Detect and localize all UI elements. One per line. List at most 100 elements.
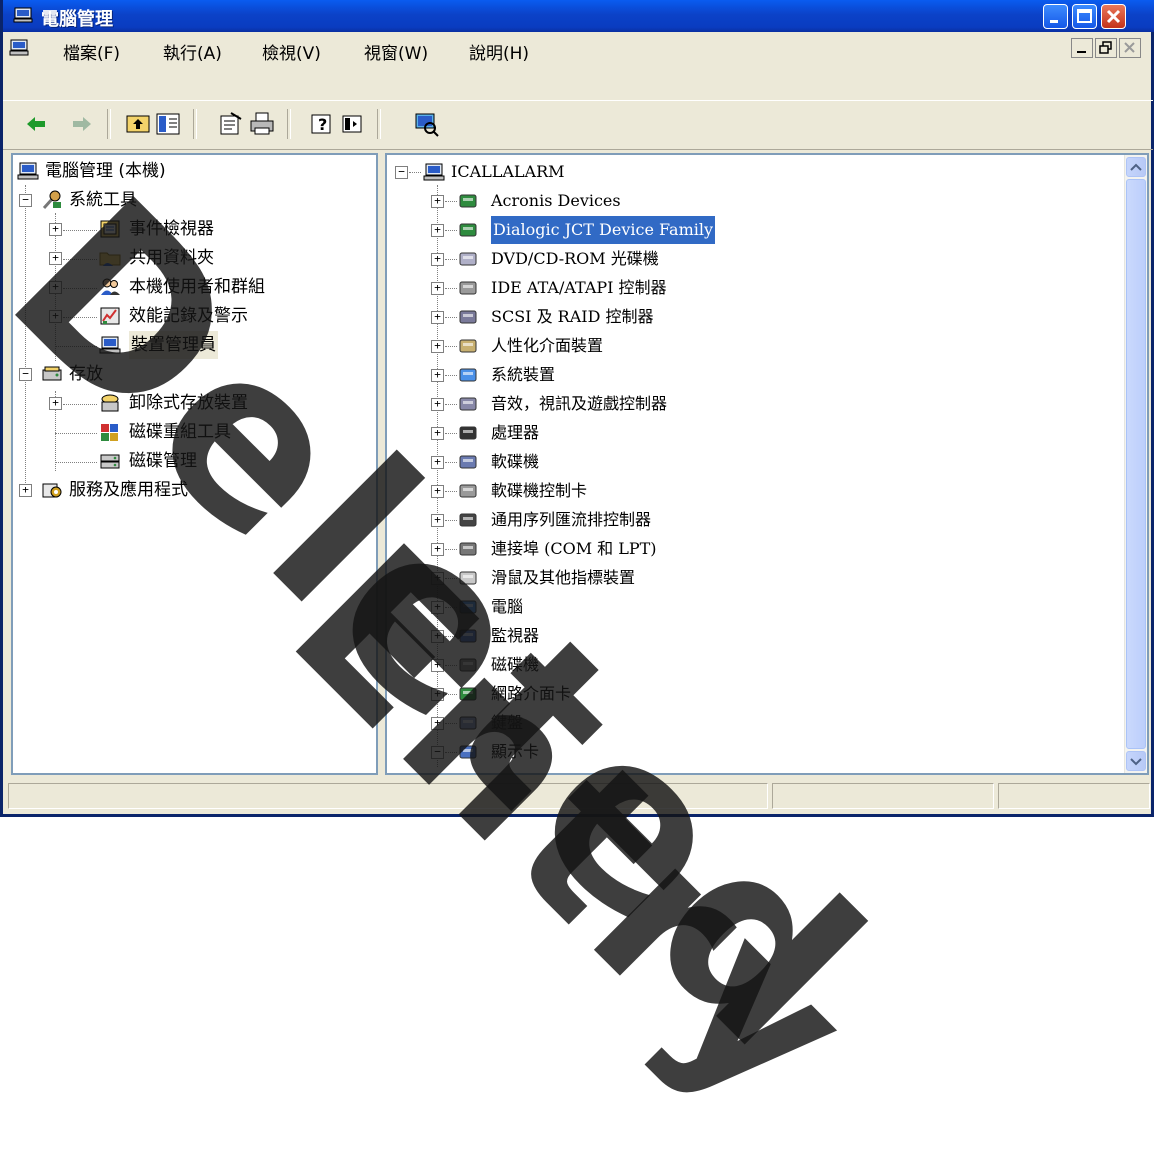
scan-hardware-icon[interactable] bbox=[413, 111, 439, 137]
up-folder-icon[interactable] bbox=[125, 111, 151, 137]
system-menu-icon[interactable] bbox=[9, 39, 29, 56]
collapse-icon[interactable]: − bbox=[395, 166, 408, 179]
expand-icon[interactable]: + bbox=[49, 252, 62, 265]
print-icon[interactable] bbox=[249, 111, 275, 137]
maximize-button[interactable] bbox=[1072, 4, 1097, 29]
expand-icon[interactable]: + bbox=[49, 397, 62, 410]
device-category-item[interactable]: + Acronis Devices bbox=[387, 187, 1107, 215]
device-category-item[interactable]: + 音效，視訊及遊戲控制器 bbox=[387, 390, 1107, 418]
close-button[interactable] bbox=[1101, 4, 1126, 29]
tree-item-local-users[interactable]: + 本機使用者和群組 bbox=[13, 273, 373, 301]
tree-item-device-manager[interactable]: 裝置管理員 bbox=[13, 331, 373, 359]
back-arrow-icon[interactable] bbox=[23, 111, 49, 137]
tree-item-root[interactable]: 電腦管理 (本機) bbox=[13, 157, 373, 185]
expand-icon[interactable]: + bbox=[431, 630, 444, 643]
expand-icon[interactable]: + bbox=[431, 572, 444, 585]
device-category-label: Dialogic JCT Device Family bbox=[489, 215, 717, 245]
vertical-scrollbar[interactable] bbox=[1124, 155, 1147, 773]
expand-icon[interactable]: + bbox=[431, 456, 444, 469]
menu-action[interactable]: 執行(A) bbox=[163, 39, 222, 64]
device-category-item[interactable]: + 軟碟機 bbox=[387, 448, 1107, 476]
menu-help[interactable]: 說明(H) bbox=[469, 39, 529, 64]
scroll-thumb[interactable] bbox=[1126, 179, 1146, 749]
expand-icon[interactable]: + bbox=[431, 340, 444, 353]
expand-icon[interactable]: + bbox=[431, 282, 444, 295]
expand-icon[interactable]: + bbox=[431, 601, 444, 614]
close-icon bbox=[1106, 9, 1121, 24]
expand-icon[interactable]: + bbox=[431, 253, 444, 266]
device-root[interactable]: − ICALLALARM bbox=[387, 158, 1107, 186]
device-category-item[interactable]: + 滑鼠及其他指標裝置 bbox=[387, 564, 1107, 592]
expand-icon[interactable]: + bbox=[19, 484, 32, 497]
expand-icon[interactable]: + bbox=[431, 224, 444, 237]
device-category-item[interactable]: + 軟碟機控制卡 bbox=[387, 477, 1107, 505]
usb-icon bbox=[459, 513, 477, 527]
properties-icon[interactable] bbox=[217, 111, 243, 137]
mdi-restore-button[interactable] bbox=[1095, 38, 1117, 58]
mdi-minimize-button[interactable] bbox=[1071, 38, 1093, 58]
device-category-item[interactable]: + 通用序列匯流排控制器 bbox=[387, 506, 1107, 534]
device-category-item[interactable]: + DVD/CD-ROM 光碟機 bbox=[387, 245, 1107, 273]
device-category-item[interactable]: + 處理器 bbox=[387, 419, 1107, 447]
mdi-close-button[interactable] bbox=[1119, 38, 1141, 58]
floppy-icon bbox=[459, 455, 477, 469]
expand-icon[interactable]: + bbox=[431, 311, 444, 324]
expand-icon[interactable]: + bbox=[431, 485, 444, 498]
collapse-icon[interactable]: − bbox=[431, 746, 444, 759]
tree-item-storage[interactable]: − 存放 bbox=[13, 360, 373, 388]
device-category-item[interactable]: + 系統裝置 bbox=[387, 361, 1107, 389]
device-tree-pane[interactable]: − ICALLALARM + Acronis Devices + Dialogic J… bbox=[385, 153, 1149, 775]
help-icon[interactable]: ? bbox=[309, 111, 335, 137]
tree-item-defrag[interactable]: 磁碟重組工具 bbox=[13, 418, 373, 446]
expand-icon[interactable]: + bbox=[49, 281, 62, 294]
expand-icon[interactable]: + bbox=[431, 398, 444, 411]
tree-item-removable-storage[interactable]: + 卸除式存放裝置 bbox=[13, 389, 373, 417]
collapse-icon[interactable]: − bbox=[19, 194, 32, 207]
expand-icon[interactable]: + bbox=[431, 717, 444, 730]
expand-icon[interactable]: + bbox=[431, 659, 444, 672]
device-category-item[interactable]: + Dialogic JCT Device Family bbox=[387, 215, 1107, 245]
expand-icon[interactable]: + bbox=[431, 543, 444, 556]
tree-item-event-viewer[interactable]: + 事件檢視器 bbox=[13, 215, 373, 243]
device-category-item[interactable]: + 電腦 bbox=[387, 593, 1107, 621]
expand-icon[interactable]: + bbox=[431, 688, 444, 701]
device-category-item[interactable]: − 顯示卡 bbox=[387, 738, 1107, 766]
minimize-button[interactable] bbox=[1043, 4, 1068, 29]
device-category-item[interactable]: + IDE ATA/ATAPI 控制器 bbox=[387, 274, 1107, 302]
console-tree-icon[interactable] bbox=[339, 111, 365, 137]
scroll-up-button[interactable] bbox=[1126, 157, 1146, 177]
tree-item-shared-folders[interactable]: + 共用資料夾 bbox=[13, 244, 373, 272]
device-category-item[interactable]: + 監視器 bbox=[387, 622, 1107, 650]
menu-bar: 檔案(F) 執行(A) 檢視(V) 視窗(W) 說明(H) bbox=[3, 32, 1153, 66]
show-hide-tree-icon[interactable] bbox=[155, 111, 181, 137]
computer-management-icon bbox=[13, 7, 33, 23]
collapse-icon[interactable]: − bbox=[19, 368, 32, 381]
console-tree-pane[interactable]: 電腦管理 (本機) − 系統工具 + 事件檢視器 + 共用資料夾 + 本機使用者… bbox=[11, 153, 378, 775]
device-category-item[interactable]: + 鍵盤 bbox=[387, 709, 1107, 737]
expand-icon[interactable]: + bbox=[431, 195, 444, 208]
menu-file[interactable]: 檔案(F) bbox=[63, 39, 120, 64]
tree-item-disk-management[interactable]: 磁碟管理 bbox=[13, 447, 373, 475]
tree-item-performance-logs[interactable]: + 效能記錄及警示 bbox=[13, 302, 373, 330]
removable-storage-icon bbox=[101, 394, 119, 412]
expand-icon[interactable]: + bbox=[49, 223, 62, 236]
expand-icon[interactable]: + bbox=[431, 369, 444, 382]
device-category-label: 連接埠 (COM 和 LPT) bbox=[491, 539, 657, 558]
device-category-item[interactable]: + SCSI 及 RAID 控制器 bbox=[387, 303, 1107, 331]
title-bar[interactable]: 電腦管理 bbox=[3, 0, 1154, 32]
menu-view[interactable]: 檢視(V) bbox=[262, 39, 321, 64]
menu-window[interactable]: 視窗(W) bbox=[364, 39, 428, 64]
tree-item-services-apps[interactable]: + 服務及應用程式 bbox=[13, 476, 373, 504]
users-icon bbox=[101, 278, 120, 295]
device-category-item[interactable]: + 連接埠 (COM 和 LPT) bbox=[387, 535, 1107, 563]
computer-icon bbox=[459, 600, 477, 614]
device-category-item[interactable]: + 網路介面卡 bbox=[387, 680, 1107, 708]
forward-arrow-icon[interactable] bbox=[69, 111, 95, 137]
tree-item-system-tools[interactable]: − 系統工具 bbox=[13, 186, 373, 214]
expand-icon[interactable]: + bbox=[431, 514, 444, 527]
device-category-item[interactable]: + 磁碟機 bbox=[387, 651, 1107, 679]
device-category-item[interactable]: + 人性化介面裝置 bbox=[387, 332, 1107, 360]
scroll-down-button[interactable] bbox=[1126, 751, 1146, 771]
expand-icon[interactable]: + bbox=[49, 310, 62, 323]
expand-icon[interactable]: + bbox=[431, 427, 444, 440]
